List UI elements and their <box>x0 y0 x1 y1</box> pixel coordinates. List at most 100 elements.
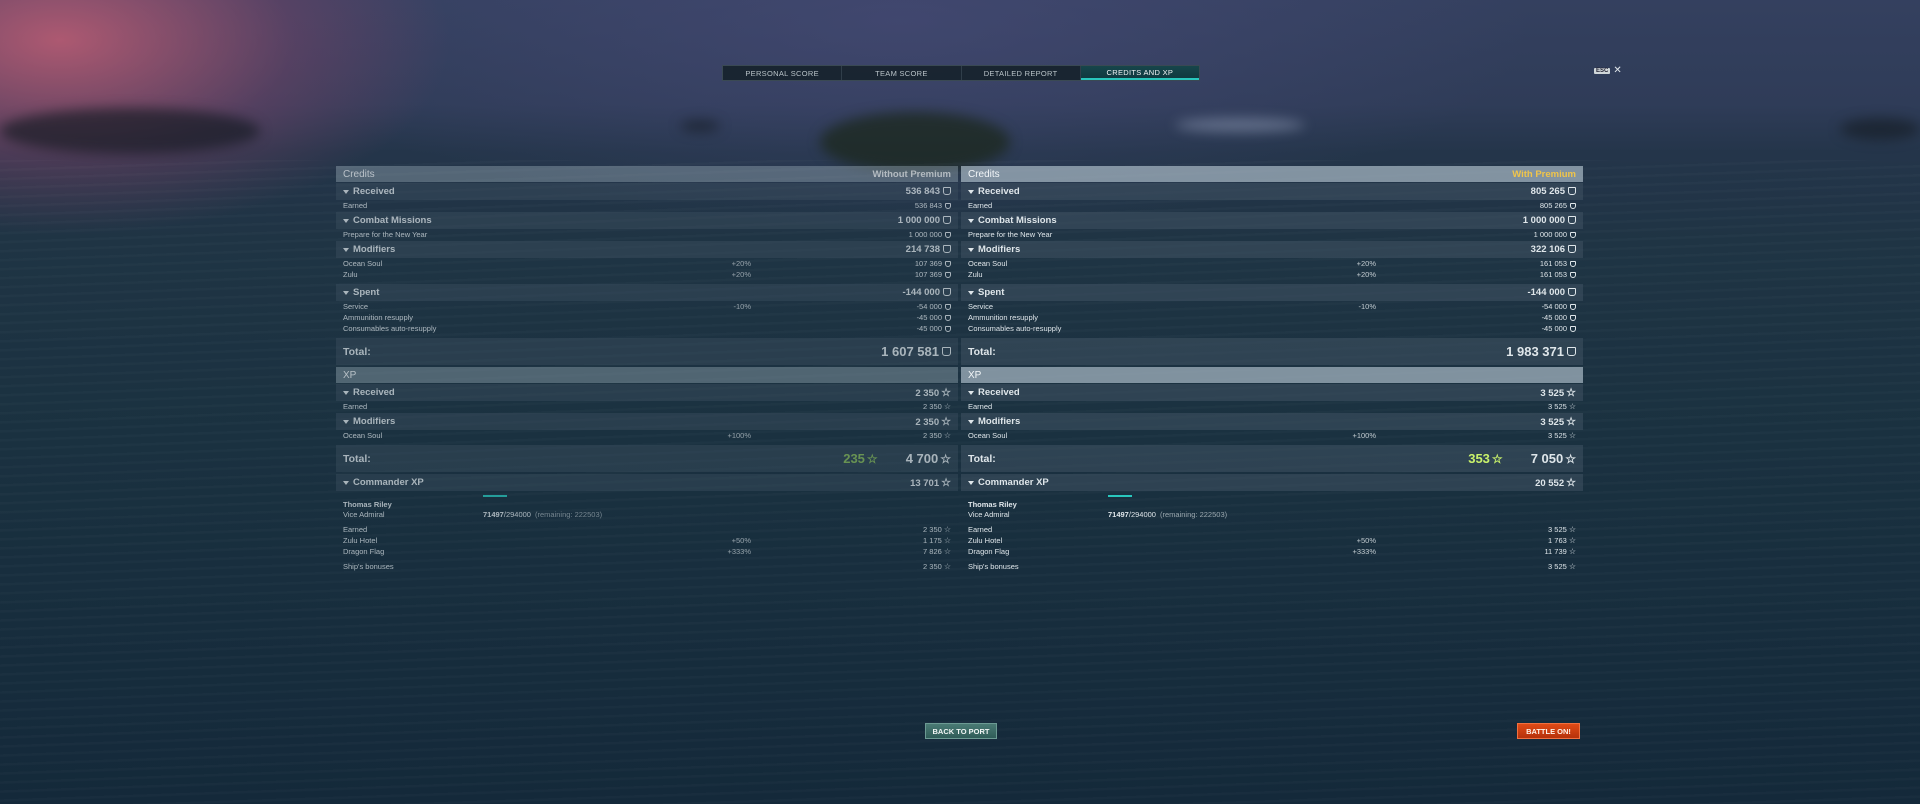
xp-star-icon: ☆ <box>1565 451 1576 466</box>
list-item: Zulu Hotel +50% 1 763 ☆ <box>968 536 1576 545</box>
xp-header: XP <box>336 367 958 383</box>
list-item: Earned 2 350 ☆ <box>343 525 951 534</box>
list-item: Earned 3 525 ☆ <box>968 525 1576 534</box>
list-item: Earned 2 350 ☆ <box>343 402 951 411</box>
caret-down-icon <box>343 480 349 485</box>
caret-down-icon <box>343 290 349 295</box>
xp-star-icon: ☆ <box>943 402 951 411</box>
credits-title: Credits <box>968 168 1000 180</box>
credits-icon <box>945 326 951 332</box>
xp-modifiers-section[interactable]: Modifiers 2 350 ☆ <box>336 413 958 430</box>
credits-icon <box>945 304 951 310</box>
spent-section[interactable]: Spent -144 000 <box>336 284 958 301</box>
island-shape <box>0 108 260 154</box>
commander-info: Thomas Riley Vice Admiral 71497/294000 (… <box>336 491 958 519</box>
commander-name: Thomas Riley <box>968 499 1017 509</box>
credits-icon <box>1568 216 1576 224</box>
caret-down-icon <box>343 218 349 223</box>
esc-key-badge: ESC <box>1594 68 1611 74</box>
xp-star-icon: ☆ <box>943 525 951 534</box>
modifiers-section[interactable]: Modifiers 214 738 <box>336 241 958 258</box>
list-item: Consumables auto-resupply -45 000 <box>961 323 1583 334</box>
spent-section[interactable]: Spent -144 000 <box>961 284 1583 301</box>
xp-star-icon: ☆ <box>1491 451 1503 466</box>
xp-modifiers-section[interactable]: Modifiers 3 525 ☆ <box>961 413 1583 430</box>
caret-down-icon <box>968 218 974 223</box>
caret-down-icon <box>968 390 974 395</box>
list-item: Dragon Flag +333% 7 826 ☆ <box>343 547 951 556</box>
credits-icon <box>1570 304 1576 310</box>
credits-icon <box>1568 288 1576 296</box>
combat-missions-section[interactable]: Combat Missions 1 000 000 <box>336 212 958 229</box>
credits-icon <box>943 216 951 224</box>
received-section[interactable]: Received 805 265 <box>961 183 1583 200</box>
list-item: Ship's bonuses 3 525 ☆ <box>968 562 1576 571</box>
credits-icon <box>1570 315 1576 321</box>
island-shape <box>1175 118 1305 132</box>
credits-header: Credits Without Premium <box>336 166 958 182</box>
credits-icon <box>1568 187 1576 195</box>
list-item: Zulu Hotel +50% 1 175 ☆ <box>343 536 951 545</box>
credits-header: Credits With Premium <box>961 166 1583 182</box>
tab-credits-and-xp[interactable]: CREDITS AND XP <box>1080 66 1199 80</box>
credits-icon <box>1570 326 1576 332</box>
xp-received-section[interactable]: Received 2 350 ☆ <box>336 384 958 401</box>
list-item: Ocean Soul +100% 2 350 ☆ <box>343 431 951 440</box>
caret-down-icon <box>968 189 974 194</box>
xp-star-icon: ☆ <box>1568 402 1576 411</box>
xp-star-icon: ☆ <box>1568 536 1576 545</box>
credits-total: Total: 1 983 371 <box>961 338 1583 365</box>
list-item: Consumables auto-resupply -45 000 <box>336 323 958 334</box>
list-item: Prepare for the New Year 1 000 000 <box>961 229 1583 240</box>
caret-down-icon <box>343 247 349 252</box>
credits-icon <box>1570 272 1576 278</box>
credits-icon <box>945 203 951 209</box>
xp-star-icon: ☆ <box>1568 547 1576 556</box>
xp-total: Total: 235 ☆ 4 700 ☆ <box>336 445 958 472</box>
list-item: Ocean Soul +20% 107 369 <box>336 258 958 269</box>
credits-icon <box>943 245 951 253</box>
commander-progress-bar <box>483 495 507 497</box>
xp-star-icon: ☆ <box>1568 431 1576 440</box>
battle-button[interactable]: BATTLE ON! <box>1517 723 1580 739</box>
credits-icon <box>945 272 951 278</box>
caret-down-icon <box>968 419 974 424</box>
tab-team-score[interactable]: TEAM SCORE <box>842 66 962 80</box>
premium-label: With Premium <box>1512 168 1576 180</box>
caret-down-icon <box>343 419 349 424</box>
credits-icon <box>943 288 951 296</box>
caret-down-icon <box>343 390 349 395</box>
modifiers-section[interactable]: Modifiers 322 106 <box>961 241 1583 258</box>
commander-info: Thomas Riley Vice Admiral 71497/294000 (… <box>961 491 1583 519</box>
commander-rank: Vice Admiral <box>968 509 1010 519</box>
received-section[interactable]: Received 536 843 <box>336 183 958 200</box>
list-item: Service -10% -54 000 <box>961 301 1583 312</box>
xp-star-icon: ☆ <box>1566 387 1576 399</box>
list-item: Zulu +20% 107 369 <box>336 269 958 280</box>
list-item: Earned 3 525 ☆ <box>968 402 1576 411</box>
list-item: Ocean Soul +20% 161 053 <box>961 258 1583 269</box>
combat-missions-section[interactable]: Combat Missions 1 000 000 <box>961 212 1583 229</box>
list-item: Ocean Soul +100% 3 525 ☆ <box>968 431 1576 440</box>
xp-gain: 235 <box>843 451 865 466</box>
credits-icon <box>945 261 951 267</box>
credits-total: Total: 1 607 581 <box>336 338 958 365</box>
close-button[interactable]: ESC ✕ <box>1594 65 1622 76</box>
xp-star-icon: ☆ <box>941 416 951 428</box>
premium-label: Without Premium <box>872 168 951 180</box>
xp-header: XP <box>961 367 1583 383</box>
result-tabs: PERSONAL SCORE TEAM SCORE DETAILED REPOR… <box>722 65 1200 81</box>
xp-star-icon: ☆ <box>940 451 951 466</box>
tab-detailed-report[interactable]: DETAILED REPORT <box>962 66 1081 80</box>
xp-received-section[interactable]: Received 3 525 ☆ <box>961 384 1583 401</box>
credits-icon <box>943 187 951 195</box>
commander-xp-section[interactable]: Commander XP 20 552 ☆ <box>961 474 1583 491</box>
xp-star-icon: ☆ <box>943 562 951 571</box>
commander-xp-section[interactable]: Commander XP 13 701 ☆ <box>336 474 958 491</box>
tab-personal-score[interactable]: PERSONAL SCORE <box>723 66 843 80</box>
close-icon: ✕ <box>1613 65 1622 76</box>
list-item: Prepare for the New Year 1 000 000 <box>336 229 958 240</box>
list-item: Zulu +20% 161 053 <box>961 269 1583 280</box>
back-to-port-button[interactable]: BACK TO PORT <box>925 723 997 739</box>
caret-down-icon <box>968 247 974 252</box>
